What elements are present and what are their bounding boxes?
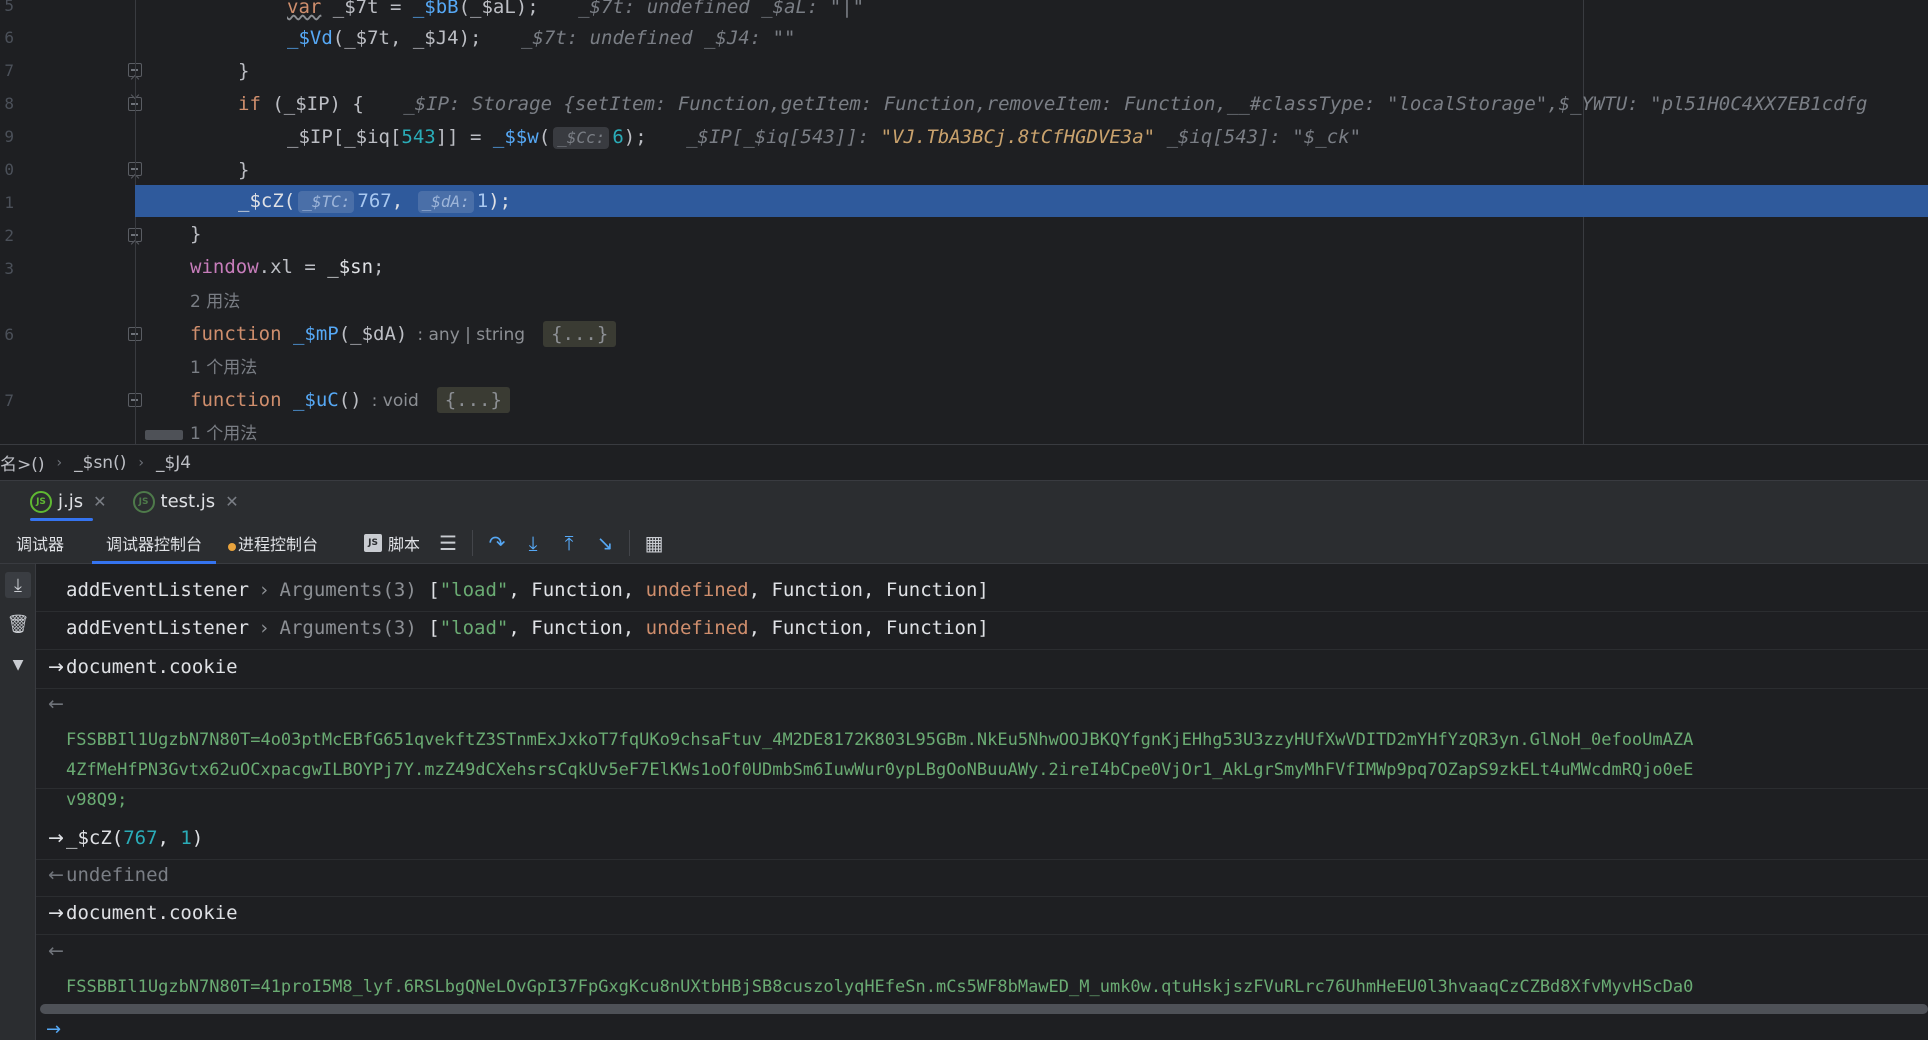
editor-gutter: 5 6 7 8 9 0 1 2 3 6 7 xyxy=(0,0,150,444)
usage-hint[interactable]: 1 个用法 xyxy=(190,354,257,382)
line-number: 1 xyxy=(4,193,14,212)
code-line: _$Vd(_$7t, _$J4); _$7t: undefined _$J4: … xyxy=(287,27,796,49)
debugger-console[interactable]: ⤓ 🗑 ▼ addEventListener › Arguments(3) ["… xyxy=(0,564,1928,1040)
cookie-value: FSSBBIl1UgzbN7N80T=4o03ptMcEBfG651qvekft… xyxy=(66,730,1694,810)
run-to-cursor-icon[interactable]: ↘ xyxy=(587,527,623,559)
parameter-hint: _$TC: xyxy=(298,191,355,213)
tab-debugger-console[interactable]: 调试器控制台 xyxy=(78,522,217,564)
console-prompt-icon[interactable]: → xyxy=(46,1019,61,1040)
chevron-right-icon: › xyxy=(260,579,269,601)
output-arrow-icon: ← xyxy=(48,693,64,715)
line-number: 7 xyxy=(4,391,14,410)
debug-session-tabs: JS j.js ✕ JS test.js ✕ xyxy=(0,480,1928,522)
code-line: _$IP[_$iq[543]] = _$$w(_$Cc: 6); _$IP[_$i… xyxy=(287,126,1362,149)
threads-menu-icon[interactable]: ☰ xyxy=(430,527,466,559)
line-number: 0 xyxy=(4,160,14,179)
debugger-toolbar: 调试器 调试器控制台 进程控制台 JS 脚本 ☰ ↷ ⤓ ⤒ ↘ ▦ xyxy=(0,522,1928,564)
code-line: window.xl = _$sn; xyxy=(190,256,385,278)
code-line: } xyxy=(238,159,250,181)
inline-value-hint: _$IP[_$iq[543]]: xyxy=(686,126,881,148)
line-number: 6 xyxy=(4,325,14,344)
filter-icon[interactable]: ▼ xyxy=(5,651,31,677)
step-over-icon[interactable]: ↷ xyxy=(479,527,515,559)
line-number: 2 xyxy=(4,226,14,245)
breadcrumb-item[interactable]: _$J4 xyxy=(150,453,197,473)
code-line: function _$uC(): void {...} xyxy=(190,384,510,416)
toolbar-separator xyxy=(472,529,474,556)
tab-label: test.js xyxy=(160,491,216,512)
code-line-current: _$cZ(_$TC: 767, _$dA: 1); xyxy=(238,190,512,213)
tab-label: j.js xyxy=(58,491,84,512)
code-line: function _$mP(_$dA): any | string {...} xyxy=(190,318,617,350)
line-number: 8 xyxy=(4,94,14,113)
cookie-value: FSSBBIl1UgzbN7N80T=41proI5M8_lyf.6RSLbgQ… xyxy=(66,977,1694,997)
trash-icon[interactable]: 🗑 xyxy=(5,611,31,637)
code-line: var _$7t = _$bB(_$aL); _$7t: undefined _… xyxy=(287,0,864,23)
tab-debugger[interactable]: 调试器 xyxy=(0,522,78,564)
chevron-right-icon: › xyxy=(138,454,144,471)
inline-value-hint: _$iq[543]: "$_ck" xyxy=(1155,126,1362,148)
right-margin-guide xyxy=(1583,0,1584,444)
console-output-row[interactable]: ← FSSBBIl1UgzbN7N80T=41proI5M8_lyf.6RSLb… xyxy=(36,938,1928,1004)
console-horizontal-scrollbar[interactable] xyxy=(40,1004,1928,1014)
code-line: if (_$IP) { _$IP: Storage {setItem: Func… xyxy=(238,93,1868,115)
usage-hint[interactable]: 2 用法 xyxy=(190,288,240,316)
status-dot-icon xyxy=(228,542,237,551)
line-number: 3 xyxy=(4,259,14,278)
javascript-file-icon: JS xyxy=(132,490,155,513)
tab-test-js[interactable]: JS test.js ✕ xyxy=(117,481,249,523)
script-icon: JS xyxy=(364,533,383,552)
usage-hint[interactable]: 1 个用法 xyxy=(190,420,257,444)
gutter-separator xyxy=(135,0,136,444)
chevron-right-icon: › xyxy=(260,617,269,639)
javascript-file-icon: JS xyxy=(30,490,52,513)
line-number: 9 xyxy=(4,127,14,146)
output-arrow-icon: ← xyxy=(48,940,64,962)
parameter-hint: _$dA: xyxy=(417,191,474,213)
output-arrow-icon: ← xyxy=(48,864,64,886)
type-hint: : void xyxy=(371,391,419,411)
tab-j-js[interactable]: JS j.js ✕ xyxy=(0,481,117,523)
inline-value-hint: _$7t: undefined _$aL: "|" xyxy=(578,0,865,18)
code-line: } xyxy=(238,60,250,82)
scroll-to-end-icon[interactable]: ⤓ xyxy=(5,572,31,598)
breadcrumb-item[interactable]: 名>() xyxy=(0,450,51,475)
tab-process-console[interactable]: 进程控制台 xyxy=(216,522,332,564)
line-number: 6 xyxy=(4,28,14,47)
toolbar-separator xyxy=(629,529,631,556)
inline-value-hint: _$7t: undefined _$J4: "" xyxy=(520,27,796,49)
console-input-row[interactable]: → _$cZ(767, 1) xyxy=(36,826,1928,860)
inline-value-hint: _$IP: Storage {setItem: Function,getItem… xyxy=(403,93,1868,115)
console-side-toolbar: ⤓ 🗑 ▼ xyxy=(0,564,36,1040)
console-input-row[interactable]: → document.cookie xyxy=(36,901,1928,935)
type-hint: : any | string xyxy=(417,325,526,345)
input-arrow-icon: → xyxy=(48,827,64,849)
parameter-hint: _$Cc: xyxy=(553,127,610,149)
line-number: 7 xyxy=(4,61,14,80)
code-editor[interactable]: 5 6 7 8 9 0 1 2 3 6 7 var _$7t = _$bB(_$… xyxy=(0,0,1928,444)
step-into-icon[interactable]: ⤓ xyxy=(515,527,551,559)
inline-value-hint: "VJ.TbA3BCj.8tCfHGDVE3a" xyxy=(880,126,1156,148)
folded-block[interactable]: {...} xyxy=(543,321,617,347)
editor-horizontal-scrollbar[interactable] xyxy=(145,430,183,440)
evaluate-table-icon[interactable]: ▦ xyxy=(636,527,672,559)
console-output-row[interactable]: ← FSSBBIl1UgzbN7N80T=4o03ptMcEBfG651qvek… xyxy=(36,691,1928,810)
input-arrow-icon: → xyxy=(48,902,64,924)
console-output-row[interactable]: ← undefined xyxy=(36,863,1928,897)
scripts-button[interactable]: JS 脚本 xyxy=(354,531,430,555)
code-line: } xyxy=(190,223,202,245)
input-arrow-icon: → xyxy=(48,656,64,678)
console-log-row[interactable]: addEventListener › Arguments(3) ["load",… xyxy=(36,616,1928,650)
chevron-right-icon: › xyxy=(56,454,63,471)
breadcrumb: 名>() › _$sn() › _$J4 xyxy=(0,444,1928,480)
close-icon[interactable]: ✕ xyxy=(225,492,238,511)
folded-block[interactable]: {...} xyxy=(436,387,510,413)
console-log-row[interactable]: addEventListener › Arguments(3) ["load",… xyxy=(36,578,1928,612)
line-number: 5 xyxy=(4,0,14,15)
breadcrumb-item[interactable]: _$sn() xyxy=(68,453,132,473)
step-out-icon[interactable]: ⤒ xyxy=(551,527,587,559)
close-icon[interactable]: ✕ xyxy=(93,492,106,511)
console-input-row[interactable]: → document.cookie xyxy=(36,655,1928,689)
